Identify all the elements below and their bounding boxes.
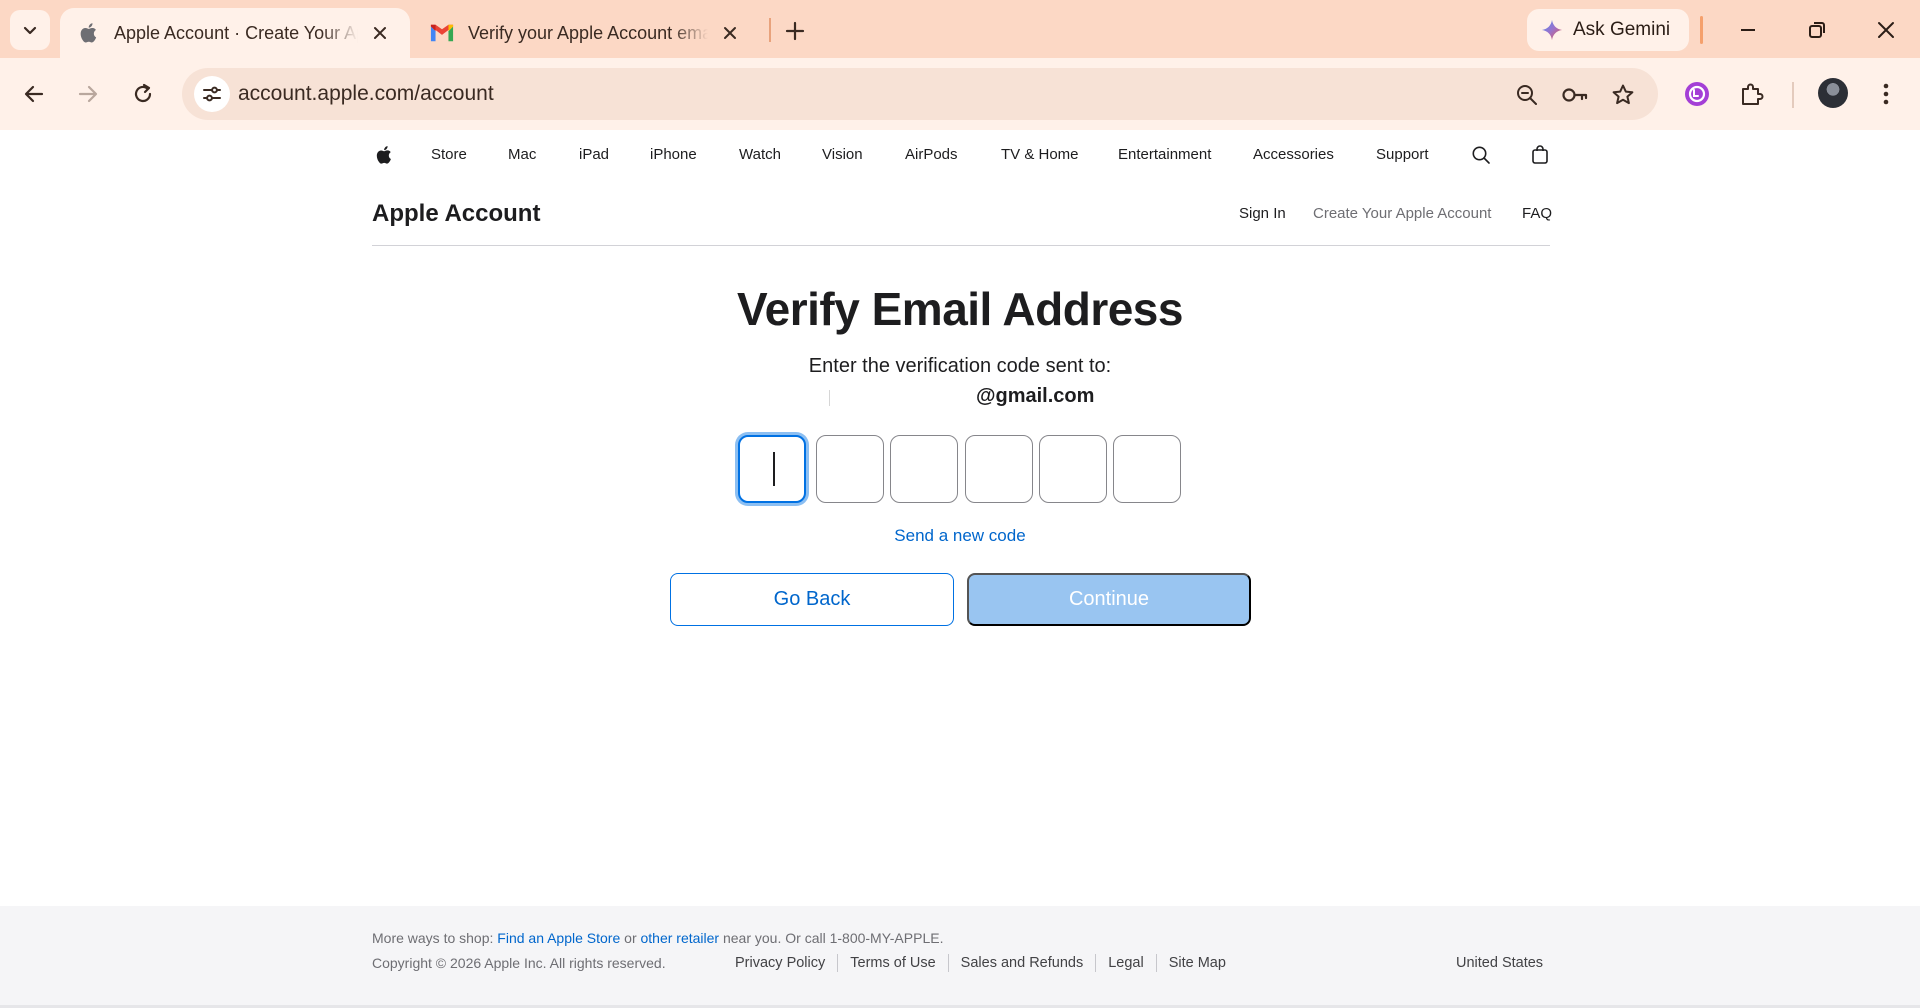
create-account-link[interactable]: Create Your Apple Account (1313, 205, 1491, 222)
tab-title: Verify your Apple Account email address (468, 22, 708, 43)
restore-button[interactable] (1795, 10, 1839, 50)
forward-button[interactable] (68, 74, 108, 114)
tab-search-button[interactable] (10, 10, 50, 50)
nav-entertainment[interactable]: Entertainment (1118, 146, 1211, 163)
legal-link[interactable]: Legal (1096, 954, 1157, 972)
extensions-puzzle-icon[interactable] (1734, 76, 1770, 112)
nav-accessories[interactable]: Accessories (1253, 146, 1334, 163)
other-retailer-link[interactable]: other retailer (641, 930, 720, 946)
back-button[interactable] (14, 74, 54, 114)
ask-gemini-button[interactable]: Ask Gemini (1527, 9, 1689, 51)
gemini-sparkle-icon (1541, 19, 1563, 41)
tune-icon (203, 86, 221, 102)
continue-button[interactable]: Continue (967, 573, 1251, 626)
arrow-left-icon (24, 85, 44, 103)
close-tab-icon[interactable] (716, 19, 744, 47)
code-digit-4[interactable] (965, 435, 1033, 503)
go-back-button[interactable]: Go Back (670, 573, 954, 626)
minimize-icon (1741, 29, 1755, 31)
profile-avatar[interactable] (1818, 78, 1848, 108)
verification-instructions: Enter the verification code sent to: (808, 355, 1112, 377)
nav-airpods[interactable]: AirPods (905, 146, 958, 163)
arrow-right-icon (78, 85, 98, 103)
send-new-code-link[interactable]: Send a new code (0, 526, 1920, 546)
close-icon (1878, 22, 1894, 38)
sales-refunds-link[interactable]: Sales and Refunds (949, 954, 1097, 972)
plus-icon (785, 21, 805, 41)
code-digit-6[interactable] (1113, 435, 1181, 503)
tab-gmail-verify[interactable]: Verify your Apple Account email address (414, 8, 760, 58)
footer-legal-links: Privacy Policy Terms of Use Sales and Re… (735, 954, 1238, 972)
toolbar-separator (1700, 16, 1703, 44)
nav-watch[interactable]: Watch (739, 146, 781, 163)
apple-account-title[interactable]: Apple Account (372, 200, 540, 228)
extension-icon[interactable] (1679, 76, 1715, 112)
code-digit-3[interactable] (890, 435, 958, 503)
apple-icon (76, 21, 100, 45)
page-footer: More ways to shop: Find an Apple Store o… (0, 906, 1920, 1008)
url-text[interactable]: account.apple.com/account (238, 82, 494, 106)
apple-global-nav: Store Mac iPad iPhone Watch Vision AirPo… (372, 140, 1550, 172)
browser-toolbar: account.apple.com/account (0, 58, 1920, 130)
reload-button[interactable] (123, 74, 163, 114)
nav-mac[interactable]: Mac (508, 146, 536, 163)
close-tab-icon[interactable] (366, 19, 394, 47)
apple-account-local-nav: Apple Account Sign In Create Your Apple … (372, 196, 1552, 246)
address-bar[interactable]: account.apple.com/account (182, 68, 1658, 120)
page-title: Verify Email Address (737, 283, 1183, 335)
bookmark-star-icon[interactable] (1608, 80, 1638, 110)
sign-in-link[interactable]: Sign In (1239, 205, 1286, 222)
close-window-button[interactable] (1864, 10, 1908, 50)
shopping-bag-icon[interactable] (1529, 144, 1551, 166)
country-selector[interactable]: United States (1456, 955, 1543, 971)
nav-support[interactable]: Support (1376, 146, 1429, 163)
browser-tabstrip: Apple Account · Create Your Apple Accoun… (0, 0, 1920, 58)
menu-kebab-icon[interactable] (1868, 76, 1904, 112)
tab-apple-account[interactable]: Apple Account · Create Your Apple Accoun… (60, 8, 410, 58)
new-tab-button[interactable] (778, 14, 812, 48)
site-map-link[interactable]: Site Map (1157, 954, 1238, 972)
password-key-icon[interactable] (1560, 80, 1590, 110)
zoom-icon[interactable] (1512, 80, 1542, 110)
more-ways-to-shop: More ways to shop: Find an Apple Store o… (372, 930, 944, 946)
chevron-down-icon (23, 26, 37, 35)
find-apple-store-link[interactable]: Find an Apple Store (497, 930, 620, 946)
nav-tv-home[interactable]: TV & Home (1001, 146, 1079, 163)
reload-icon (134, 83, 152, 103)
faq-link[interactable]: FAQ (1522, 205, 1552, 222)
privacy-policy-link[interactable]: Privacy Policy (735, 954, 839, 972)
tab-separator (769, 18, 771, 42)
terms-of-use-link[interactable]: Terms of Use (838, 954, 949, 972)
restore-icon (1809, 22, 1825, 38)
text-caret (773, 452, 775, 486)
nav-vision[interactable]: Vision (822, 146, 863, 163)
redacted-email-prefix (829, 390, 830, 406)
code-digit-2[interactable] (816, 435, 884, 503)
copyright-text: Copyright © 2026 Apple Inc. All rights r… (372, 955, 666, 971)
apple-logo-icon[interactable] (372, 144, 394, 166)
nav-iphone[interactable]: iPhone (650, 146, 697, 163)
search-icon[interactable] (1470, 144, 1492, 166)
code-digit-5[interactable] (1039, 435, 1107, 503)
verification-code-input-group (738, 435, 1182, 505)
minimize-button[interactable] (1726, 10, 1770, 50)
ask-gemini-label: Ask Gemini (1573, 19, 1671, 40)
toolbar-separator (1792, 82, 1794, 108)
nav-ipad[interactable]: iPad (579, 146, 609, 163)
gmail-icon (430, 21, 454, 45)
email-address: @gmail.com (976, 385, 1095, 407)
tab-title: Apple Account · Create Your Apple Accoun… (114, 22, 358, 43)
code-digit-1[interactable] (738, 435, 806, 503)
nav-store[interactable]: Store (431, 146, 467, 163)
site-info-button[interactable] (194, 76, 230, 112)
